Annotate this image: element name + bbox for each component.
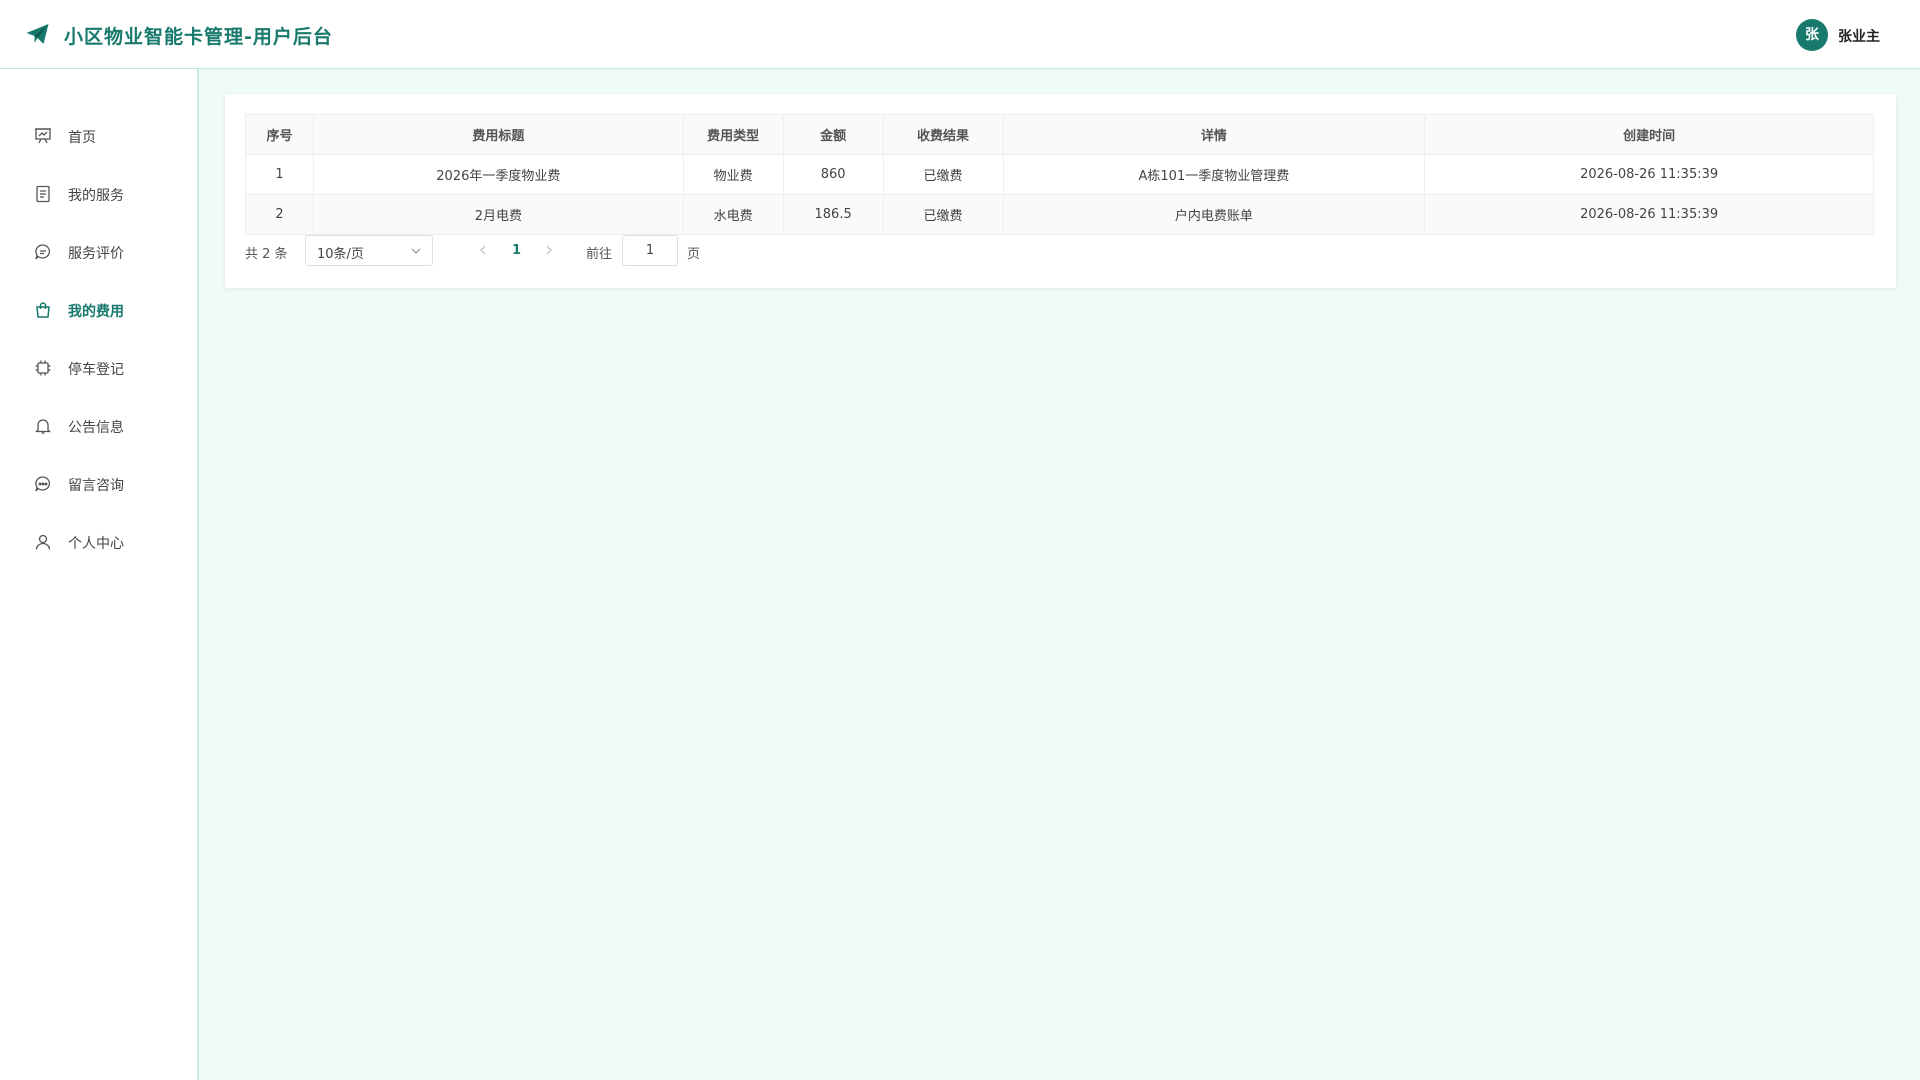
- table-cell: 2026-08-26 11:35:39: [1424, 194, 1874, 235]
- app-title: 小区物业智能卡管理-用户后台: [64, 26, 333, 48]
- table-header-row: 序号 费用标题 费用类型 金额 收费结果 详情 创建时间: [245, 114, 1874, 155]
- table-cell: 2: [245, 194, 314, 235]
- page-size-value: 10条/页: [317, 247, 364, 262]
- table-cell: 物业费: [682, 154, 784, 195]
- goto-label: 前往: [586, 247, 613, 262]
- chevron-down-icon: [411, 248, 421, 254]
- sidebar-item-label: 留言咨询: [68, 478, 124, 494]
- top-header: 小区物业智能卡管理-用户后台 张 张业主: [0, 0, 1920, 69]
- column-header[interactable]: 创建时间: [1424, 114, 1874, 155]
- page-number-current[interactable]: 1: [512, 243, 521, 258]
- page-suffix-label: 页: [687, 247, 701, 262]
- table-cell: A栋101一季度物业管理费: [1002, 154, 1426, 195]
- chevron-right-icon[interactable]: [543, 244, 555, 256]
- table-row[interactable]: 1 2026年一季度物业费 物业费 860 已缴费 A栋101一季度物业管理费 …: [245, 154, 1874, 195]
- table-cell: 1: [245, 154, 314, 195]
- table-cell: 户内电费账单: [1002, 194, 1426, 235]
- sidebar-item-label: 服务评价: [68, 246, 124, 262]
- chat-bubble-icon: [35, 244, 51, 260]
- presentation-icon: [35, 128, 51, 144]
- shopping-bag-icon: [36, 302, 50, 318]
- table-cell: 2026年一季度物业费: [312, 154, 684, 195]
- table-cell: 已缴费: [882, 194, 1004, 235]
- fees-card: 序号 费用标题 费用类型 金额 收费结果 详情 创建时间 1 2026年一季度物…: [225, 94, 1896, 288]
- sidebar-item-my-fees[interactable]: 我的费用: [0, 290, 197, 330]
- table-row[interactable]: 2 2月电费 水电费 186.5 已缴费 户内电费账单 2026-08-26 1…: [245, 194, 1874, 235]
- table-cell: 186.5: [782, 194, 884, 235]
- chevron-left-icon[interactable]: [477, 244, 489, 256]
- sidebar-item-label: 我的费用: [68, 304, 124, 320]
- table-cell: 2月电费: [312, 194, 684, 235]
- column-header[interactable]: 收费结果: [882, 114, 1004, 155]
- paper-plane-icon: [26, 24, 49, 44]
- fees-table: 序号 费用标题 费用类型 金额 收费结果 详情 创建时间 1 2026年一季度物…: [245, 114, 1874, 235]
- sidebar-item-label: 我的服务: [68, 188, 124, 204]
- column-header[interactable]: 费用标题: [312, 114, 684, 155]
- document-icon: [36, 185, 50, 203]
- user-icon: [35, 534, 51, 550]
- column-header[interactable]: 序号: [245, 114, 314, 155]
- sidebar-item-home[interactable]: 首页: [0, 116, 197, 156]
- message-dots-icon: [35, 476, 51, 492]
- sidebar-item-label: 首页: [68, 130, 96, 146]
- cpu-icon: [35, 360, 51, 376]
- sidebar-item-label: 公告信息: [68, 420, 124, 436]
- sidebar-item-announcements[interactable]: 公告信息: [0, 406, 197, 446]
- goto-page-input[interactable]: [622, 235, 678, 266]
- sidebar-item-label: 停车登记: [68, 362, 124, 378]
- column-header[interactable]: 金额: [782, 114, 884, 155]
- column-header[interactable]: 详情: [1002, 114, 1426, 155]
- sidebar: 首页 我的服务 服务评价 我的费用 停车登记 公告信息 留言咨询 个人中心: [0, 69, 199, 1080]
- column-header[interactable]: 费用类型: [682, 114, 784, 155]
- avatar[interactable]: 张: [1796, 19, 1828, 51]
- pagination-total: 共 2 条: [245, 247, 288, 262]
- sidebar-item-my-services[interactable]: 我的服务: [0, 174, 197, 214]
- sidebar-item-messages[interactable]: 留言咨询: [0, 464, 197, 504]
- username[interactable]: 张业主: [1838, 26, 1880, 46]
- sidebar-item-service-review[interactable]: 服务评价: [0, 232, 197, 272]
- sidebar-item-parking[interactable]: 停车登记: [0, 348, 197, 388]
- pagination: 共 2 条 10条/页 1 前往 页: [245, 235, 845, 267]
- table-cell: 水电费: [682, 194, 784, 235]
- sidebar-item-label: 个人中心: [68, 536, 124, 552]
- sidebar-item-profile[interactable]: 个人中心: [0, 522, 197, 562]
- page-size-select[interactable]: 10条/页: [305, 235, 433, 266]
- table-cell: 已缴费: [882, 154, 1004, 195]
- table-cell: 860: [782, 154, 884, 195]
- bell-icon: [34, 419, 52, 434]
- table-cell: 2026-08-26 11:35:39: [1424, 154, 1874, 195]
